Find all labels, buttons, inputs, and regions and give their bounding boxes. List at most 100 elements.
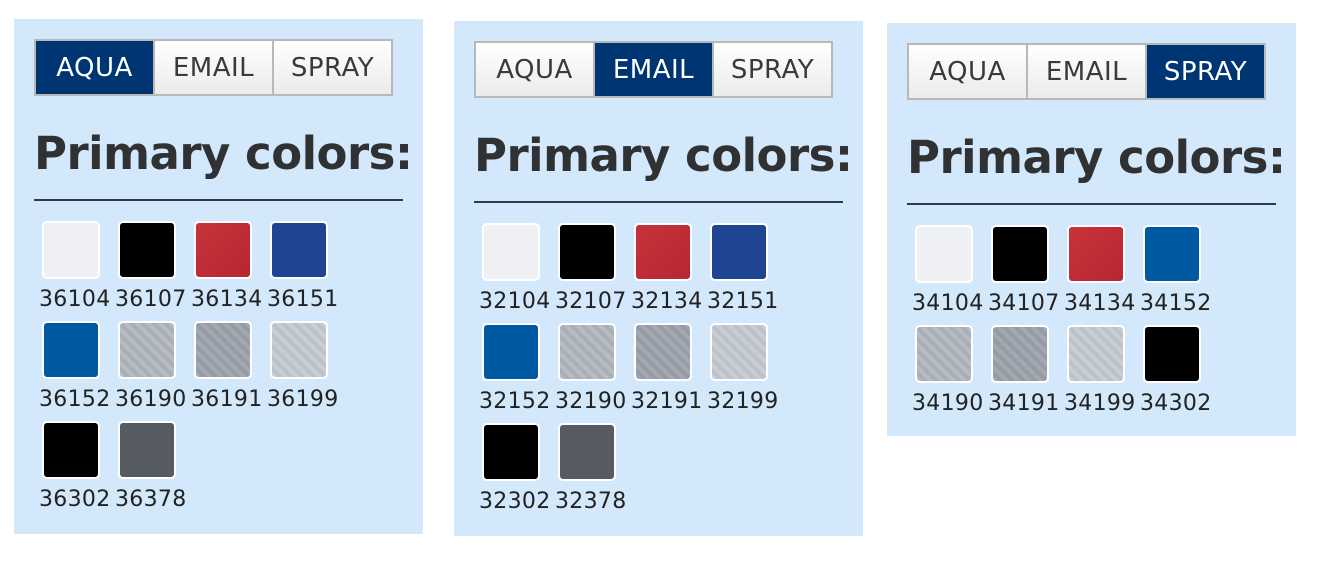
color-swatch[interactable]: [194, 321, 252, 379]
swatch-item[interactable]: 32151: [707, 223, 783, 314]
color-code: 32152: [479, 389, 551, 414]
color-code: 36134: [191, 287, 263, 312]
tab-bar: AQUA EMAIL SPRAY: [474, 41, 833, 98]
color-code: 34190: [912, 391, 984, 416]
color-code: 32191: [631, 389, 703, 414]
color-swatch[interactable]: [118, 221, 176, 279]
swatch-item[interactable]: 32191: [631, 323, 707, 414]
tab-spray[interactable]: SPRAY: [714, 43, 831, 96]
swatch-item[interactable]: 32199: [707, 323, 783, 414]
color-swatch[interactable]: [558, 323, 616, 381]
swatch-grid: 34104 34107 34134 34152 34190 34191 3419…: [912, 225, 1216, 416]
swatch-item[interactable]: 34199: [1064, 325, 1140, 416]
color-swatch[interactable]: [42, 221, 100, 279]
color-swatch[interactable]: [270, 221, 328, 279]
swatch-item[interactable]: 36190: [115, 321, 191, 412]
color-swatch[interactable]: [991, 225, 1049, 283]
color-swatch[interactable]: [42, 321, 100, 379]
color-code: 34191: [988, 391, 1060, 416]
tab-email[interactable]: EMAIL: [595, 43, 712, 96]
color-swatch[interactable]: [915, 325, 973, 383]
color-code: 34104: [912, 291, 984, 316]
color-code: 36107: [115, 287, 187, 312]
color-swatch[interactable]: [118, 321, 176, 379]
swatch-item[interactable]: 34190: [912, 325, 988, 416]
tab-aqua[interactable]: AQUA: [36, 41, 153, 94]
swatch-grid: 32104 32107 32134 32151 32152 32190 3219…: [479, 223, 783, 514]
color-swatch[interactable]: [1067, 325, 1125, 383]
color-swatch[interactable]: [482, 223, 540, 281]
swatch-item[interactable]: 34107: [988, 225, 1064, 316]
divider: [474, 201, 843, 203]
swatch-item[interactable]: 32152: [479, 323, 555, 414]
color-code: 36104: [39, 287, 111, 312]
swatch-item[interactable]: 32378: [555, 423, 631, 514]
swatch-item[interactable]: 32104: [479, 223, 555, 314]
color-swatch[interactable]: [634, 223, 692, 281]
divider: [34, 199, 403, 201]
tab-bar: AQUA EMAIL SPRAY: [907, 43, 1266, 100]
tab-aqua[interactable]: AQUA: [476, 43, 593, 96]
swatch-item[interactable]: 36107: [115, 221, 191, 312]
swatch-item[interactable]: 36104: [39, 221, 115, 312]
color-code: 36152: [39, 387, 111, 412]
swatch-item[interactable]: 32107: [555, 223, 631, 314]
color-code: 36378: [115, 487, 187, 512]
color-swatch[interactable]: [482, 323, 540, 381]
swatch-item[interactable]: 36152: [39, 321, 115, 412]
color-code: 34302: [1140, 391, 1212, 416]
color-code: 34152: [1140, 291, 1212, 316]
swatch-item[interactable]: 36378: [115, 421, 191, 512]
color-swatch[interactable]: [915, 225, 973, 283]
tab-bar: AQUA EMAIL SPRAY: [34, 39, 393, 96]
swatch-item[interactable]: 32190: [555, 323, 631, 414]
color-swatch[interactable]: [558, 423, 616, 481]
color-code: 32134: [631, 289, 703, 314]
swatch-item[interactable]: 32134: [631, 223, 707, 314]
color-swatch[interactable]: [1143, 325, 1201, 383]
tab-spray[interactable]: SPRAY: [274, 41, 391, 94]
color-panel-aqua: AQUA EMAIL SPRAY Primary colors: 36104 3…: [14, 19, 423, 534]
color-code: 32302: [479, 489, 551, 514]
color-code: 32378: [555, 489, 627, 514]
swatch-item[interactable]: 36191: [191, 321, 267, 412]
swatch-item[interactable]: 32302: [479, 423, 555, 514]
color-swatch[interactable]: [991, 325, 1049, 383]
color-swatch[interactable]: [42, 421, 100, 479]
color-swatch[interactable]: [634, 323, 692, 381]
color-swatch[interactable]: [1067, 225, 1125, 283]
color-code: 34107: [988, 291, 1060, 316]
color-code: 32104: [479, 289, 551, 314]
tab-aqua[interactable]: AQUA: [909, 45, 1026, 98]
swatch-grid: 36104 36107 36134 36151 36152 36190 3619…: [39, 221, 343, 512]
section-heading: Primary colors:: [34, 127, 413, 180]
swatch-item[interactable]: 34134: [1064, 225, 1140, 316]
tab-email[interactable]: EMAIL: [1028, 45, 1145, 98]
swatch-item[interactable]: 36199: [267, 321, 343, 412]
color-swatch[interactable]: [482, 423, 540, 481]
color-swatch[interactable]: [1143, 225, 1201, 283]
swatch-item[interactable]: 36151: [267, 221, 343, 312]
color-code: 34199: [1064, 391, 1136, 416]
color-swatch[interactable]: [710, 223, 768, 281]
swatch-item[interactable]: 34152: [1140, 225, 1216, 316]
color-swatch[interactable]: [558, 223, 616, 281]
swatch-item[interactable]: 36302: [39, 421, 115, 512]
color-code: 32107: [555, 289, 627, 314]
swatch-item[interactable]: 34302: [1140, 325, 1216, 416]
color-code: 32190: [555, 389, 627, 414]
swatch-item[interactable]: 36134: [191, 221, 267, 312]
color-swatch[interactable]: [194, 221, 252, 279]
color-swatch[interactable]: [270, 321, 328, 379]
color-panel-email: AQUA EMAIL SPRAY Primary colors: 32104 3…: [454, 21, 863, 536]
color-code: 36190: [115, 387, 187, 412]
color-swatch[interactable]: [710, 323, 768, 381]
swatch-item[interactable]: 34191: [988, 325, 1064, 416]
divider: [907, 203, 1276, 205]
tab-spray[interactable]: SPRAY: [1147, 45, 1264, 98]
color-swatch[interactable]: [118, 421, 176, 479]
tab-email[interactable]: EMAIL: [155, 41, 272, 94]
color-code: 36151: [267, 287, 339, 312]
swatch-item[interactable]: 34104: [912, 225, 988, 316]
color-code: 32151: [707, 289, 779, 314]
